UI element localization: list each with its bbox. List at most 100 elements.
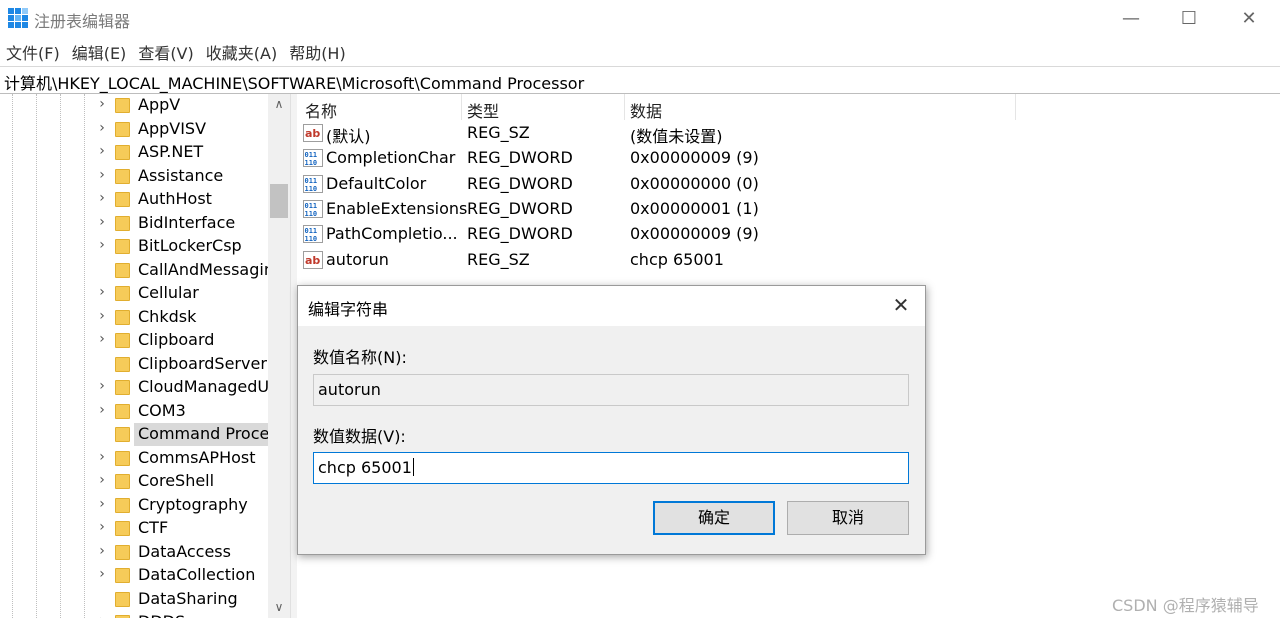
tree-item[interactable]: › Cryptography (0, 494, 268, 517)
value-row[interactable]: 011 110 CompletionChar REG_DWORD 0x00000009 … (297, 146, 997, 171)
ok-button[interactable]: 确定 (653, 501, 775, 535)
tree-item[interactable]: › AppVISV (0, 118, 268, 141)
chevron-right-icon[interactable]: › (94, 308, 110, 324)
tree-item[interactable]: › CoreShell (0, 470, 268, 493)
chevron-right-icon[interactable]: › (94, 378, 110, 394)
chevron-right-icon[interactable]: › (94, 237, 110, 253)
tree-item[interactable]: CallAndMessagin (0, 259, 274, 282)
tree-item[interactable]: › CTF (0, 517, 268, 540)
tree-item[interactable]: Command Proce (0, 423, 270, 446)
chevron-right-icon[interactable]: › (94, 543, 110, 559)
chevron-right-icon[interactable]: › (94, 331, 110, 347)
tree-scrollbar[interactable]: ∧ ∨ (268, 94, 290, 618)
tree-item[interactable]: › CommsAPHost (0, 447, 268, 470)
watermark: CSDN @程序猿辅导 (1112, 596, 1259, 615)
scroll-down-icon[interactable]: ∨ (268, 600, 290, 618)
tree-item-label: DDDS (138, 612, 185, 618)
menu-view[interactable]: 查看(V) (132, 38, 199, 64)
value-name: PathCompletio... (326, 224, 458, 244)
folder-icon (115, 568, 130, 583)
tree-item[interactable]: › Clipboard (0, 329, 268, 352)
value-row[interactable]: 011 110 PathCompletio... REG_DWORD 0x0000000… (297, 222, 997, 247)
menu-file[interactable]: 文件(F) (0, 38, 66, 64)
close-window-button[interactable]: ✕ (1220, 0, 1278, 36)
tree-item-label: CoreShell (138, 471, 215, 490)
chevron-right-icon[interactable]: › (94, 284, 110, 300)
tree-item-label: AppVISV (138, 118, 207, 138)
tree-item-label: BidInterface (138, 212, 236, 232)
menu-edit[interactable]: 编辑(E) (66, 38, 133, 64)
value-row[interactable]: 011 110 EnableExtensions REG_DWORD 0x0000000… (297, 197, 997, 222)
tree-item[interactable]: › BidInterface (0, 212, 268, 235)
tree-item[interactable]: › CloudManagedU (0, 376, 270, 399)
tree-item-label: Command Proce (138, 424, 270, 443)
value-data: 0x00000009 (9) (630, 224, 759, 244)
column-divider[interactable] (1015, 94, 1016, 120)
maximize-button[interactable]: ☐ (1160, 0, 1218, 36)
chevron-right-icon[interactable]: › (94, 519, 110, 535)
chevron-right-icon[interactable]: › (94, 120, 110, 136)
column-divider[interactable] (461, 94, 462, 120)
menu-favorites[interactable]: 收藏夹(A) (200, 38, 283, 64)
tree-item[interactable]: › DDDS (0, 611, 268, 618)
tree-item[interactable]: › BitLockerCsp (0, 235, 268, 258)
folder-icon (115, 286, 130, 301)
pane-splitter[interactable] (290, 94, 297, 618)
value-name-label: 数值名称(N): (313, 348, 407, 367)
chevron-right-icon[interactable]: › (94, 449, 110, 465)
tree-item[interactable]: › Assistance (0, 165, 268, 188)
edit-string-dialog: 编辑字符串 ✕ 数值名称(N): autorun 数值数据(V): chcp 6… (297, 285, 926, 555)
chevron-right-icon[interactable]: › (94, 496, 110, 512)
registry-editor-icon (8, 8, 28, 28)
chevron-right-icon[interactable]: › (94, 613, 110, 618)
chevron-right-icon[interactable]: › (94, 402, 110, 418)
address-bar[interactable]: 计算机\HKEY_LOCAL_MACHINE\SOFTWARE\Microsof… (0, 66, 1280, 94)
chevron-right-icon[interactable]: › (94, 190, 110, 206)
minimize-button[interactable]: — (1102, 0, 1160, 36)
value-data-input[interactable]: chcp 65001 (313, 452, 909, 484)
address-path: 计算机\HKEY_LOCAL_MACHINE\SOFTWARE\Microsof… (4, 74, 585, 93)
value-row[interactable]: ab autorun REG_SZ chcp 65001 (297, 248, 997, 273)
tree-item-label: Assistance (138, 165, 224, 185)
tree-item-label: AppV (138, 95, 181, 114)
string-value-icon: ab (303, 124, 323, 142)
value-name: EnableExtensions (326, 198, 468, 218)
chevron-right-icon[interactable]: › (94, 167, 110, 183)
svg-text:011: 011 (305, 202, 318, 210)
value-type: REG_DWORD (467, 148, 573, 168)
tree-item[interactable]: › Cellular (0, 282, 268, 305)
binary-value-icon: 011110 (303, 149, 323, 168)
folder-icon (115, 356, 130, 372)
chevron-right-icon[interactable]: › (94, 566, 110, 582)
dialog-title: 编辑字符串 (308, 300, 389, 319)
menu-help[interactable]: 帮助(H) (283, 38, 352, 64)
tree-item-label: AuthHost (138, 189, 212, 208)
value-data: chcp 65001 (630, 249, 724, 269)
chevron-right-icon[interactable]: › (94, 472, 110, 488)
string-value-icon: ab (303, 250, 323, 269)
chevron-right-icon[interactable]: › (94, 96, 110, 112)
tree-item[interactable]: › COM3 (0, 400, 268, 423)
scrollbar-thumb[interactable] (270, 184, 288, 218)
tree-item[interactable]: › AuthHost (0, 188, 268, 211)
value-row[interactable]: 011 110 DefaultColor REG_DWORD 0x00000000 (0… (297, 172, 997, 197)
value-row[interactable]: ab (默认) REG_SZ (数值未设置) (297, 121, 997, 146)
chevron-right-icon[interactable]: › (94, 214, 110, 230)
tree-item-label: CloudManagedU (138, 377, 270, 396)
scroll-up-icon[interactable]: ∧ (268, 97, 290, 115)
tree-item[interactable]: DataSharing (0, 588, 268, 611)
svg-text:110: 110 (305, 159, 318, 167)
folder-icon (115, 145, 130, 160)
tree-item[interactable]: ClipboardServer (0, 353, 268, 376)
folder-icon (115, 403, 130, 419)
tree-item[interactable]: › DataCollection (0, 564, 268, 587)
tree-item[interactable]: › ASP.NET (0, 141, 268, 164)
column-divider[interactable] (624, 94, 625, 120)
cancel-button[interactable]: 取消 (787, 501, 909, 535)
tree-item[interactable]: › AppV (0, 94, 268, 117)
tree-item[interactable]: › DataAccess (0, 541, 268, 564)
dialog-close-button[interactable]: ✕ (888, 293, 914, 319)
chevron-right-icon[interactable]: › (94, 143, 110, 159)
value-data: 0x00000009 (9) (630, 148, 759, 168)
tree-item[interactable]: › Chkdsk (0, 306, 268, 329)
